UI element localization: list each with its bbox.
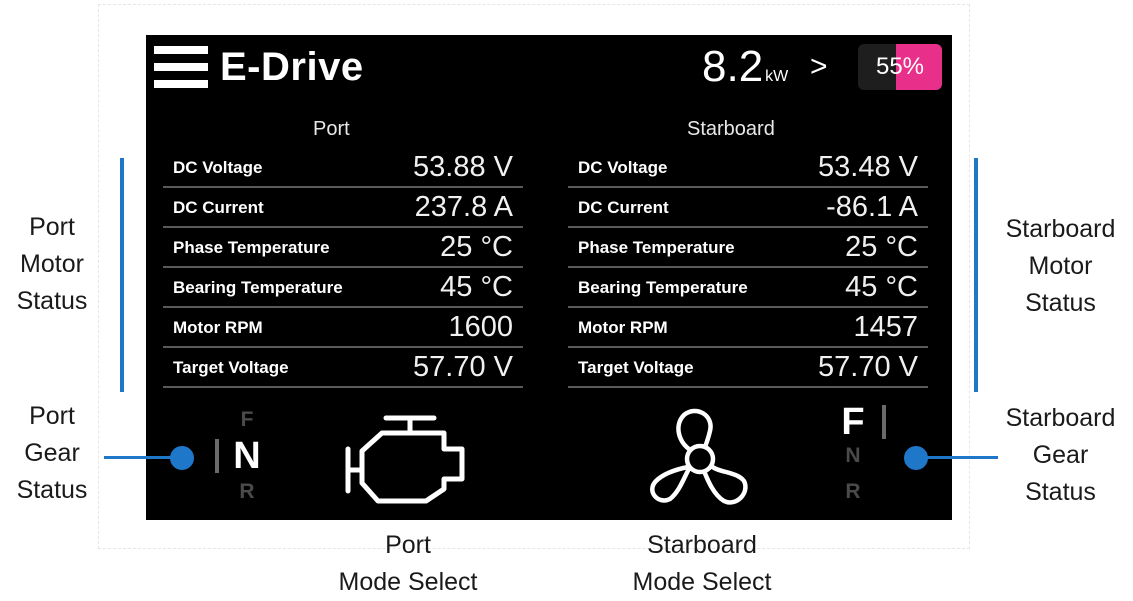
annotation-line: Starboard xyxy=(647,531,757,559)
starboard-gear-r[interactable]: R xyxy=(838,480,868,504)
row-label: DC Current xyxy=(173,198,264,217)
row-label: Motor RPM xyxy=(173,318,263,337)
row-label: Target Voltage xyxy=(173,358,289,377)
row-value: 57.70 V xyxy=(818,351,918,383)
menu-icon[interactable] xyxy=(154,46,208,88)
annotation-line: Gear xyxy=(24,439,80,467)
starboard-heading: Starboard xyxy=(687,118,775,140)
annotation-line: Port xyxy=(29,213,75,241)
port-gear-r[interactable]: R xyxy=(232,480,262,504)
starboard-gear-n[interactable]: N xyxy=(838,444,868,468)
table-row: Phase Temperature 25 °C xyxy=(163,228,523,268)
chevron-right-icon[interactable]: > xyxy=(810,49,828,85)
table-row: Bearing Temperature 45 °C xyxy=(163,268,523,308)
annotation-line: Starboard xyxy=(1005,404,1116,432)
table-row: Motor RPM 1600 xyxy=(163,308,523,348)
starboard-motor-status-label: Starboard Motor Status xyxy=(988,211,1133,322)
port-motor-status-label: Port Motor Status xyxy=(0,209,104,320)
port-gear-status-label: Port Gear Status xyxy=(0,398,104,509)
row-label: Target Voltage xyxy=(578,358,694,377)
annotation-line: Mode Select xyxy=(632,568,772,596)
row-value: 25 °C xyxy=(440,231,513,263)
port-gear-pointer-line xyxy=(104,456,176,459)
row-label: Phase Temperature xyxy=(578,238,735,257)
annotation-line: Gear xyxy=(1032,441,1089,469)
port-motor-bracket xyxy=(120,158,124,392)
battery-indicator: 55% xyxy=(858,44,942,90)
row-label: Bearing Temperature xyxy=(578,278,748,297)
row-value: 1457 xyxy=(853,311,918,343)
starboard-gear-indicator-bar xyxy=(882,405,886,439)
row-label: Motor RPM xyxy=(578,318,668,337)
power-value: 8.2 xyxy=(702,42,764,91)
table-row: Bearing Temperature 45 °C xyxy=(568,268,928,308)
table-row: DC Voltage 53.48 V xyxy=(568,148,928,188)
port-mode-select-label: Port Mode Select xyxy=(308,527,508,601)
starboard-mode-select-label: Starboard Mode Select xyxy=(592,527,812,601)
starboard-gear-status-label: Starboard Gear Status xyxy=(988,400,1133,511)
row-label: Bearing Temperature xyxy=(173,278,343,297)
row-label: DC Voltage xyxy=(578,158,668,177)
starboard-gear-pointer-line xyxy=(918,456,998,459)
annotation-line: Status xyxy=(1025,478,1096,506)
row-value: 57.70 V xyxy=(413,351,513,383)
row-value: 45 °C xyxy=(440,271,513,303)
starboard-motor-bracket xyxy=(974,158,978,392)
annotation-line: Port xyxy=(385,531,431,559)
port-gear-f[interactable]: F xyxy=(232,408,262,432)
power-unit: kW xyxy=(765,68,789,85)
starboard-status-table: DC Voltage 53.48 V DC Current -86.1 A Ph… xyxy=(568,148,928,388)
annotation-line: Status xyxy=(16,287,88,315)
port-status-table: DC Voltage 53.88 V DC Current 237.8 A Ph… xyxy=(163,148,523,388)
row-value: 53.48 V xyxy=(818,151,918,183)
port-heading: Port xyxy=(313,118,350,140)
app-title: E-Drive xyxy=(220,45,364,89)
annotation-line: Status xyxy=(16,476,88,504)
port-gear-n[interactable]: N xyxy=(232,435,262,478)
table-row: Target Voltage 57.70 V xyxy=(163,348,523,388)
row-value: -86.1 A xyxy=(826,191,918,223)
table-row: Target Voltage 57.70 V xyxy=(568,348,928,388)
annotation-line: Port xyxy=(29,402,75,430)
row-value: 53.88 V xyxy=(413,151,513,183)
table-row: DC Current 237.8 A xyxy=(163,188,523,228)
engine-icon[interactable] xyxy=(342,413,470,510)
battery-percent: 55% xyxy=(875,53,925,80)
starboard-gear-pointer-dot xyxy=(904,446,928,470)
table-row: Motor RPM 1457 xyxy=(568,308,928,348)
table-row: DC Voltage 53.88 V xyxy=(163,148,523,188)
row-value: 25 °C xyxy=(845,231,918,263)
starboard-gear-f[interactable]: F xyxy=(838,401,868,444)
row-value: 237.8 A xyxy=(414,191,513,223)
propeller-icon[interactable] xyxy=(648,407,752,514)
power-readout: 8.2 kW xyxy=(702,42,788,102)
row-value: 1600 xyxy=(448,311,513,343)
row-label: Phase Temperature xyxy=(173,238,330,257)
annotation-line: Starboard xyxy=(1005,215,1116,243)
annotation-line: Mode Select xyxy=(338,568,478,596)
annotation-line: Motor xyxy=(20,250,84,278)
annotation-line: Motor xyxy=(1028,252,1093,280)
table-row: Phase Temperature 25 °C xyxy=(568,228,928,268)
port-gear-pointer-dot xyxy=(170,446,194,470)
row-label: DC Voltage xyxy=(173,158,263,177)
annotation-line: Status xyxy=(1025,289,1096,317)
row-value: 45 °C xyxy=(845,271,918,303)
table-row: DC Current -86.1 A xyxy=(568,188,928,228)
row-label: DC Current xyxy=(578,198,669,217)
edrive-screen: E-Drive 8.2 kW > 55% Port DC Voltage 53.8… xyxy=(146,35,952,520)
port-gear-indicator-bar xyxy=(215,439,219,473)
